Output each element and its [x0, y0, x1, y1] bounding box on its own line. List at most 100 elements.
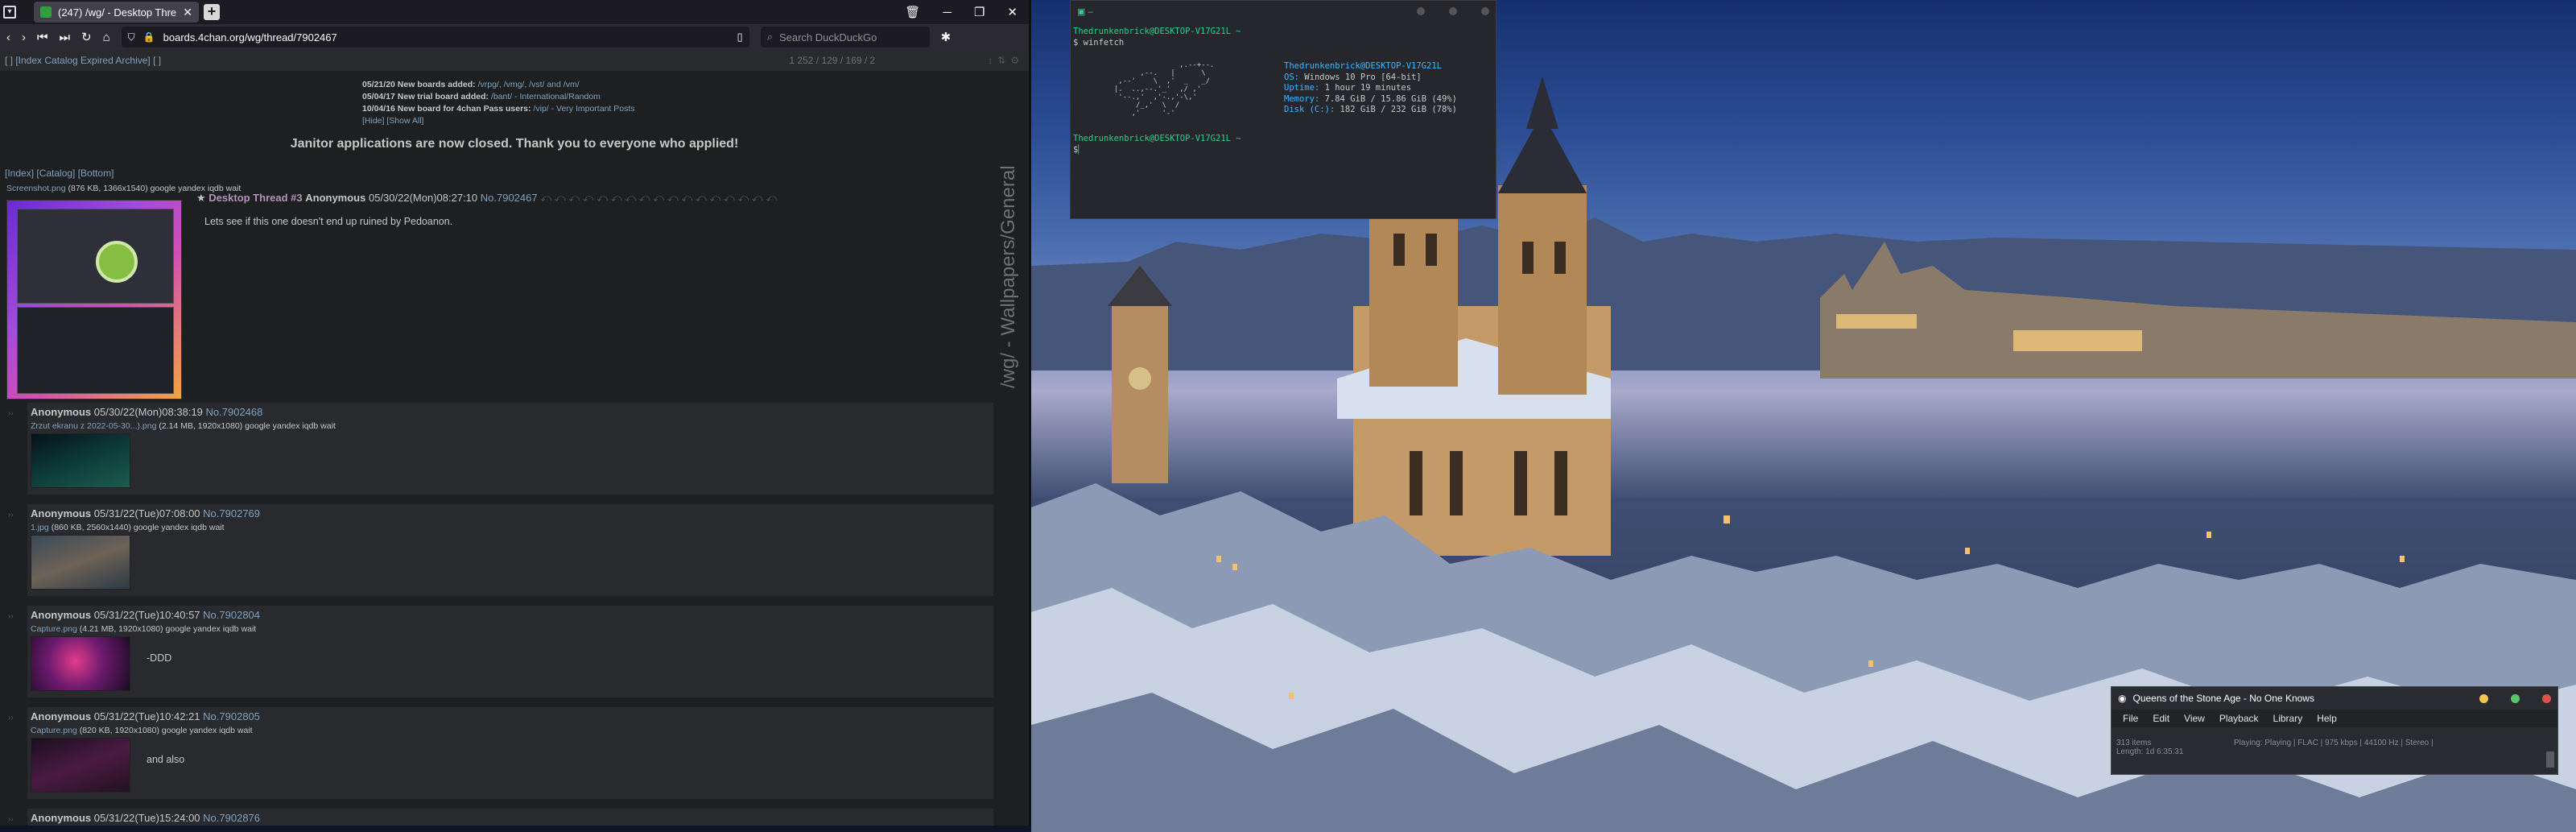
reply-search-links[interactable]: google yandex iqdb wait: [166, 624, 257, 634]
close-tab-icon[interactable]: ✕: [183, 6, 192, 19]
menu-view[interactable]: View: [2184, 713, 2205, 724]
reply-search-links[interactable]: google yandex iqdb wait: [162, 726, 253, 735]
menu-help[interactable]: Help: [2317, 713, 2337, 724]
reply-arrow-icon[interactable]: ››: [8, 409, 14, 418]
reply-arrow-icon[interactable]: ››: [8, 815, 14, 824]
reply-thumbnail[interactable]: [31, 433, 130, 488]
reply-file-link[interactable]: Capture.png: [31, 624, 77, 634]
reply-post-number[interactable]: No.7902876: [203, 812, 260, 824]
close-window-icon[interactable]: ✕: [1007, 5, 1018, 19]
search-input[interactable]: ⌕ Search DuckDuckGo: [760, 27, 930, 48]
home-icon[interactable]: ⌂: [103, 31, 110, 44]
back-icon[interactable]: ‹: [6, 31, 10, 44]
trash-icon[interactable]: 🗑: [905, 5, 920, 19]
close-dot-icon[interactable]: [2542, 693, 2551, 703]
menu-library[interactable]: Library: [2273, 713, 2303, 724]
op-thumbnail[interactable]: [6, 200, 182, 399]
lock-icon[interactable]: 🔒: [143, 31, 155, 43]
firefox-view-icon[interactable]: ▾: [3, 6, 16, 19]
url-bar[interactable]: ⛉ 🔒 boards.4chan.org/wg/thread/7902467 ▯: [121, 27, 749, 48]
op-file-meta: (876 KB, 1366x1540): [68, 184, 148, 193]
minimize-dot-icon[interactable]: [1417, 7, 1425, 15]
reply-arrow-icon[interactable]: ››: [8, 714, 14, 722]
uptime-value: 1 hour 19 minutes: [1324, 83, 1412, 93]
thread-page: [ ] [Index Catalog Expired Archive] [ ] …: [0, 50, 1029, 826]
terminal-output[interactable]: Thedrunkenbrick@DESKTOP-V17G21L ~ $ winf…: [1071, 22, 1496, 160]
playlist-length: Length: 1d 6:35:31: [2116, 747, 2184, 756]
reply-file-link[interactable]: Zrzut ekranu z 2022-05-30...).png: [31, 421, 156, 431]
index-catalog-bottom-links[interactable]: [Index] [Catalog] [Bottom]: [5, 168, 114, 179]
op-post-number[interactable]: No.7902467: [481, 192, 538, 204]
menu-edit[interactable]: Edit: [2153, 713, 2169, 724]
reply-search-links[interactable]: google yandex iqdb wait: [134, 523, 225, 532]
reply-arrow-icon[interactable]: ››: [8, 511, 14, 519]
player-titlebar[interactable]: ◉ Queens of the Stone Age - No One Knows: [2112, 687, 2557, 710]
skip-forward-icon[interactable]: ⏭: [60, 31, 71, 44]
player-scrollbar[interactable]: [2546, 751, 2554, 768]
reply-thumbnail[interactable]: [31, 535, 130, 590]
4chan-favicon-icon: [40, 6, 52, 18]
menu-file[interactable]: File: [2123, 713, 2138, 724]
reply-post-number[interactable]: No.7902769: [203, 507, 260, 519]
reply-datetime: 05/31/22(Tue)10:42:21: [93, 710, 200, 722]
header-tools[interactable]: ↕⇅⚙: [988, 55, 1024, 66]
minimize-dot-icon[interactable]: [2479, 693, 2488, 703]
reply-post-number[interactable]: No.7902468: [206, 406, 263, 418]
browser-tab[interactable]: (247) /wg/ - Desktop Thread ✕: [34, 2, 199, 23]
terminal-cursor: ▏: [1078, 144, 1084, 155]
maximize-dot-icon[interactable]: [2511, 693, 2520, 703]
extensions-icon[interactable]: ✱: [941, 30, 952, 44]
bookmark-icon[interactable]: ▯: [737, 31, 743, 43]
reply-file-link[interactable]: 1.jpg: [31, 523, 49, 532]
op-file-link[interactable]: Screenshot.png: [6, 184, 66, 193]
news-link[interactable]: /vrpg/, /vmg/, /vst/ and /vm/: [478, 80, 580, 89]
maximize-window-icon[interactable]: ❐: [974, 5, 985, 19]
reply-post-number[interactable]: No.7902805: [203, 710, 260, 722]
menu-playback[interactable]: Playback: [2219, 713, 2259, 724]
search-placeholder: Search DuckDuckGo: [778, 31, 877, 43]
reply-name: Anonymous: [31, 507, 92, 519]
reply-post-number[interactable]: No.7902804: [203, 609, 260, 621]
tab-title: (247) /wg/ - Desktop Thread: [58, 6, 177, 19]
forward-icon[interactable]: ›: [22, 31, 26, 44]
url-text[interactable]: boards.4chan.org/wg/thread/7902467: [163, 31, 729, 43]
reply-arrow-icon[interactable]: ››: [8, 612, 14, 621]
news-item: 10/04/16 New board for 4chan Pass users:…: [362, 104, 635, 114]
news-link[interactable]: /vip/ - Very Important Posts: [533, 104, 634, 114]
reply-datetime: 05/31/22(Tue)10:40:57: [93, 609, 200, 621]
terminal-window[interactable]: ▣ – Thedrunkenbrick@DESKTOP-V17G21L ~ $ …: [1070, 0, 1496, 219]
tab-bar: ▾ (247) /wg/ - Desktop Thread ✕ + 🗑 ─ ❐ …: [0, 0, 1029, 24]
reply-search-links[interactable]: google yandex iqdb wait: [245, 421, 336, 431]
player-app-icon: ◉: [2118, 693, 2127, 704]
news-link[interactable]: /bant/ - International/Random: [491, 92, 601, 101]
board-nav-links[interactable]: [ ] [Index Catalog Expired Archive] [ ]: [5, 55, 161, 66]
op-header: ★ Desktop Thread #3 Anonymous 05/30/22(M…: [196, 192, 777, 205]
shield-icon[interactable]: ⛉: [128, 31, 135, 43]
close-dot-icon[interactable]: [1481, 7, 1489, 15]
reply-file-link[interactable]: Capture.png: [31, 726, 77, 735]
star-icon[interactable]: ★: [196, 192, 206, 204]
disk-value: 182 GiB / 232 GiB (78%): [1340, 105, 1457, 114]
terminal-app-icon: ▣ –: [1077, 6, 1093, 17]
op-subject: Desktop Thread #3: [208, 192, 303, 204]
os-value: Windows 10 Pro [64-bit]: [1304, 72, 1422, 82]
skip-back-icon[interactable]: ⏮: [37, 31, 48, 44]
music-player-window[interactable]: ◉ Queens of the Stone Age - No One Knows…: [2111, 686, 2558, 775]
op-menu-icons[interactable]: ⤺ ⤺ ⤺ ⤺ ⤺ ⤺ ⤺ ⤺ ⤺ ⤺ ⤺ ⤺ ⤺ ⤺ ⤺ ⤺ ⤺: [540, 192, 777, 204]
news-box: 05/21/20 New boards added: /vrpg/, /vmg/…: [362, 79, 1029, 127]
minimize-window-icon[interactable]: ─: [943, 6, 952, 19]
player-status: 313 items Length: 1d 6:35:31 Playing: Pl…: [2112, 727, 2557, 756]
thread-top-links: [Index] [Catalog] [Bottom]: [5, 168, 1029, 179]
board-title-vertical: /wg/ - Wallpapers/General: [997, 165, 1019, 388]
new-tab-button[interactable]: +: [204, 4, 220, 20]
reply-post: Anonymous 05/31/22(Tue)10:42:21 No.79028…: [27, 707, 993, 799]
reply-post: Anonymous 05/30/22(Mon)08:38:19 No.79024…: [27, 403, 993, 495]
reply-comment: -DDD: [147, 652, 172, 664]
reply-datetime: 05/30/22(Mon)08:38:19: [93, 406, 203, 418]
news-toggle-link[interactable]: [Hide] [Show All]: [362, 116, 423, 126]
reply-thumbnail[interactable]: [31, 738, 130, 793]
maximize-dot-icon[interactable]: [1449, 7, 1457, 15]
terminal-titlebar[interactable]: ▣ –: [1071, 1, 1496, 22]
reload-icon[interactable]: ↻: [81, 30, 92, 44]
reply-thumbnail[interactable]: [31, 636, 130, 691]
